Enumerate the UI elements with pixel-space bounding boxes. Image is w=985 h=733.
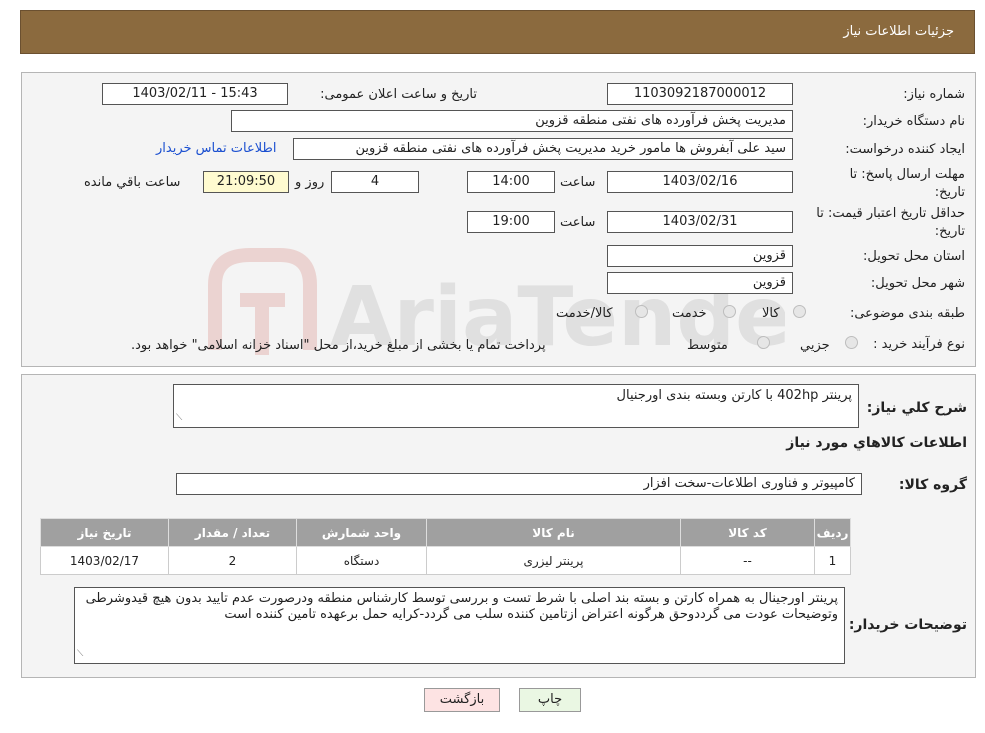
cell-qty: 2: [168, 546, 297, 575]
table-row: 1 -- پرینتر لیزری دستگاه 2 1403/02/17: [40, 546, 851, 575]
city-label: شهر محل تحویل:: [870, 276, 965, 291]
col-unit-header: واحد شمارش: [296, 518, 427, 547]
creator-field: سید علی آبفروش ها مامور خرید مدیریت پخش …: [293, 138, 793, 160]
announce-datetime-field: 1403/02/11 - 15:43: [102, 83, 288, 105]
validity-label-2: تاریخ:: [934, 224, 965, 239]
deadline-time-field: 14:00: [467, 171, 555, 193]
buyer-notes-textarea[interactable]: پرینتر اورجینال به همراه کارتن و بسته بن…: [74, 587, 845, 664]
summary-text: پرینتر 402hp با کارتن وبسته بندی اورجنیا…: [616, 388, 852, 403]
goods-section-title: اطلاعات کالاهاي مورد نياز: [786, 435, 967, 451]
col-date-header: تاریخ نیاز: [40, 518, 169, 547]
buyer-contact-link[interactable]: اطلاعات تماس خریدار: [156, 141, 276, 156]
category-option-goods: کالا: [762, 306, 780, 321]
creator-label: ایجاد کننده درخواست:: [845, 142, 965, 157]
print-button[interactable]: چاپ: [519, 688, 581, 712]
page-header: جزئیات اطلاعات نیاز: [20, 10, 975, 54]
cell-unit: دستگاه: [296, 546, 427, 575]
col-row-header: ردیف: [814, 518, 851, 547]
resize-grip-icon[interactable]: ⟋: [176, 410, 182, 426]
process-radio-minor[interactable]: [845, 336, 858, 349]
col-qty-header: تعداد / مقدار: [168, 518, 297, 547]
announce-label: تاریخ و ساعت اعلان عمومی:: [320, 87, 477, 102]
items-table: ردیف کد کالا نام کالا واحد شمارش تعداد /…: [40, 518, 851, 575]
validity-time-field: 19:00: [467, 211, 555, 233]
category-option-goods-service: کالا/خدمت: [556, 306, 613, 321]
need-number-field: 1103092187000012: [607, 83, 793, 105]
goods-group-field: کامپیوتر و فناوری اطلاعات-سخت افزار: [176, 473, 862, 495]
validity-time-label: ساعت: [560, 215, 596, 230]
cell-date: 1403/02/17: [40, 546, 169, 575]
category-radio-goods[interactable]: [793, 305, 806, 318]
buyer-org-label: نام دستگاه خریدار:: [862, 114, 965, 129]
summary-label: شرح كلي نياز:: [866, 400, 967, 416]
buyer-notes-label: توضیحات خریدار:: [848, 617, 967, 633]
deadline-label-2: تاریخ:: [934, 185, 965, 200]
days-label: روز و: [295, 175, 325, 190]
need-number-label: شماره نیاز:: [903, 87, 965, 102]
back-button[interactable]: بازگشت: [424, 688, 500, 712]
goods-group-label: گروه کالا:: [898, 477, 967, 493]
items-table-wrapper: ردیف کد کالا نام کالا واحد شمارش تعداد /…: [40, 518, 851, 575]
process-option-minor: جزیي: [800, 338, 830, 353]
validity-label: حداقل تاریخ اعتبار قیمت: تا: [816, 206, 965, 221]
buyer-org-field: مدیریت پخش فرآورده های نفتی منطقه قزوین: [231, 110, 793, 132]
cell-code: --: [680, 546, 815, 575]
deadline-time-label: ساعت: [560, 175, 596, 190]
deadline-label: مهلت ارسال پاسخ: تا: [849, 167, 965, 182]
process-radio-medium[interactable]: [757, 336, 770, 349]
page-title: جزئیات اطلاعات نیاز: [843, 24, 954, 39]
process-option-medium: متوسط: [687, 338, 728, 353]
province-field: قزوین: [607, 245, 793, 267]
remaining-time-label: ساعت باقي مانده: [84, 175, 181, 190]
validity-date-field: 1403/02/31: [607, 211, 793, 233]
category-radio-service[interactable]: [723, 305, 736, 318]
resize-grip-icon[interactable]: ⟋: [77, 646, 83, 662]
col-code-header: کد کالا: [680, 518, 815, 547]
col-name-header: نام کالا: [426, 518, 681, 547]
category-option-service: خدمت: [672, 306, 707, 321]
table-header-row: ردیف کد کالا نام کالا واحد شمارش تعداد /…: [40, 518, 851, 547]
category-radio-goods-service[interactable]: [635, 305, 648, 318]
cell-row: 1: [814, 546, 851, 575]
deadline-date-field: 1403/02/16: [607, 171, 793, 193]
cell-name: پرینتر لیزری: [426, 546, 681, 575]
province-label: استان محل تحویل:: [863, 249, 965, 264]
remaining-time-field: 21:09:50: [203, 171, 289, 193]
buyer-notes-text: پرینتر اورجینال به همراه کارتن و بسته بن…: [85, 591, 838, 622]
process-label: نوع فرآیند خرید :: [873, 337, 965, 352]
category-label: طبقه بندی موضوعی:: [849, 306, 965, 321]
process-note: پرداخت تمام یا بخشی از مبلغ خرید،از محل …: [131, 338, 546, 353]
summary-textarea[interactable]: پرینتر 402hp با کارتن وبسته بندی اورجنیا…: [173, 384, 859, 428]
city-field: قزوین: [607, 272, 793, 294]
days-remaining-field: 4: [331, 171, 419, 193]
